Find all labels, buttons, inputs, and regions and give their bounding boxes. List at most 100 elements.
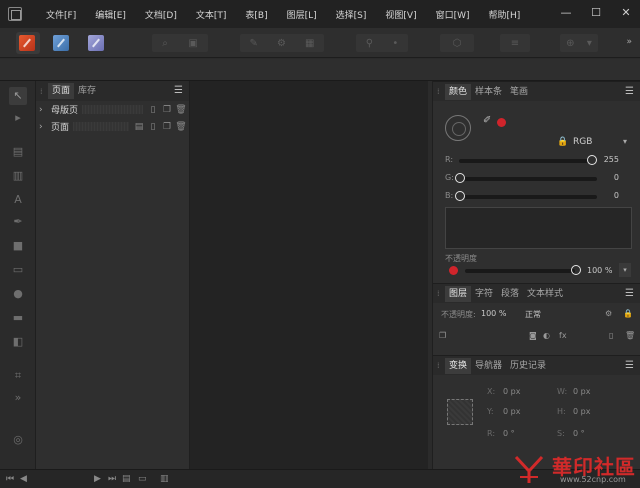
tab-navigator[interactable]: 导航器	[471, 358, 506, 374]
toolbar-group-4[interactable]: ⬡	[440, 34, 474, 52]
align-icon[interactable]: ≡	[511, 38, 519, 49]
chevron-right-icon[interactable]: ›	[39, 105, 51, 115]
channel-b-value[interactable]: 0	[614, 191, 619, 200]
panel-menu-icon[interactable]: ☰	[625, 288, 634, 299]
duplicate-page-icon[interactable]: ❐	[161, 122, 173, 132]
lock-icon[interactable]: 🔒	[623, 309, 633, 318]
h-field[interactable]: 0 px	[573, 407, 590, 416]
pen-tool-icon[interactable]: ✒	[9, 213, 27, 231]
menu-view[interactable]: 视图[V]	[385, 8, 416, 21]
tab-stroke[interactable]: 笔画	[506, 84, 532, 100]
frame-text-tool-icon[interactable]: ▥	[9, 167, 27, 185]
channel-r-value[interactable]: 255	[604, 155, 619, 164]
panel-menu-icon[interactable]: ☰	[625, 86, 634, 97]
lock-icon[interactable]: 🔒	[557, 137, 568, 147]
previous-page-icon[interactable]: ◀	[20, 474, 27, 484]
maximize-icon[interactable]: ☐	[590, 7, 602, 19]
chevron-down-icon[interactable]: ▾	[619, 263, 631, 277]
crop-tool-icon[interactable]: ⌗	[9, 367, 27, 385]
gear-icon[interactable]: ⚙	[605, 309, 612, 318]
chevron-right-icon[interactable]: ›	[39, 122, 51, 132]
settings-icon[interactable]: ⚙	[277, 38, 286, 49]
blend-mode-select[interactable]: 正常	[525, 309, 541, 320]
layer-stack-icon[interactable]: ❐	[439, 331, 446, 340]
color-picker-icon[interactable]: ✐	[483, 115, 491, 126]
table-tool-icon[interactable]: ▤	[9, 143, 27, 161]
delete-page-icon[interactable]: 🗑	[175, 105, 187, 115]
fx-icon[interactable]: fx	[559, 331, 567, 340]
slider-knob[interactable]	[455, 173, 465, 183]
master-pages-row[interactable]: › 母版页 ▯ ❐ 🗑	[36, 101, 189, 118]
grip-icon[interactable]: ⁞	[437, 289, 445, 298]
add-page-icon[interactable]: ▯	[147, 105, 159, 115]
tab-swatches[interactable]: 样本条	[471, 84, 506, 100]
move-tool-icon[interactable]: ↖	[9, 87, 27, 105]
close-icon[interactable]: ✕	[620, 7, 632, 19]
view-icon[interactable]: ▣	[188, 38, 197, 49]
toolbar-group-1[interactable]: ⌕ ▣	[152, 34, 208, 52]
menu-file[interactable]: 文件[F]	[46, 8, 76, 21]
layer-opacity-value[interactable]: 100 %	[481, 309, 506, 318]
zoom-icon[interactable]: ⌕	[162, 38, 168, 49]
snapping-icon[interactable]: ⊕	[566, 38, 574, 49]
node-tool-icon[interactable]: ▸	[9, 109, 27, 127]
panel-menu-icon[interactable]: ☰	[174, 85, 183, 96]
panel-menu-icon[interactable]: ☰	[625, 360, 634, 371]
hex-input[interactable]	[445, 207, 632, 249]
adjustment-icon[interactable]: ◐	[543, 331, 550, 340]
channel-g-slider[interactable]: G: 0	[445, 173, 631, 185]
minimize-icon[interactable]: —	[560, 7, 572, 19]
menu-layer[interactable]: 图层[L]	[287, 8, 317, 21]
color-wheel-tool-icon[interactable]: ◎	[9, 431, 27, 449]
slider-knob[interactable]	[455, 191, 465, 201]
page-options-icon[interactable]: ▤	[133, 122, 145, 132]
tab-stock[interactable]: 库存	[74, 83, 100, 99]
grip-icon[interactable]: ⁞	[40, 87, 48, 96]
arrange-icon[interactable]: ⬡	[453, 38, 462, 49]
anchor-selector[interactable]	[447, 399, 473, 425]
channel-b-slider[interactable]: B: 0	[445, 191, 631, 203]
overflow-icon[interactable]: »	[626, 37, 632, 47]
y-field[interactable]: 0 px	[503, 407, 520, 416]
menu-help[interactable]: 帮助[H]	[489, 8, 521, 21]
last-page-icon[interactable]: ⏭	[108, 474, 116, 484]
place-image-tool-icon[interactable]: ▬	[9, 309, 27, 327]
menu-select[interactable]: 选择[S]	[336, 8, 367, 21]
next-page-icon[interactable]: ▶	[94, 474, 101, 484]
picture-frame-tool-icon[interactable]: ▭	[9, 261, 27, 279]
tab-pages[interactable]: 页面	[48, 83, 75, 99]
menu-document[interactable]: 文档[D]	[145, 8, 177, 21]
fill-stroke-wheel[interactable]	[445, 115, 471, 141]
toolbar-group-6[interactable]: ⊕ ▾	[560, 34, 598, 52]
opacity-value[interactable]: 100 %	[587, 266, 612, 275]
add-page-icon[interactable]: ▯	[147, 122, 159, 132]
w-field[interactable]: 0 px	[573, 387, 590, 396]
opacity-slider[interactable]	[465, 269, 575, 273]
fill-tool-icon[interactable]: ◧	[9, 333, 27, 351]
tab-character[interactable]: 字符	[471, 286, 497, 302]
add-layer-icon[interactable]: ▯	[609, 331, 613, 340]
r-field[interactable]: 0 °	[503, 429, 515, 438]
tab-paragraph[interactable]: 段落	[497, 286, 523, 302]
dot-icon[interactable]: •	[392, 38, 398, 49]
link-icon[interactable]: ✎	[250, 38, 258, 49]
tab-history[interactable]: 历史记录	[506, 358, 550, 374]
delete-layer-icon[interactable]: 🗑	[625, 331, 635, 340]
designer-persona-button[interactable]	[50, 32, 74, 54]
channel-g-value[interactable]: 0	[614, 173, 619, 182]
delete-page-icon[interactable]: 🗑	[175, 122, 187, 132]
publisher-persona-button[interactable]	[16, 32, 40, 54]
view-mode-icon[interactable]: ▭	[138, 474, 147, 484]
more-tools-icon[interactable]: »	[9, 389, 27, 407]
chevron-down-icon[interactable]: ▾	[623, 137, 627, 146]
toolbar-group-5[interactable]: ≡	[500, 34, 530, 52]
x-field[interactable]: 0 px	[503, 387, 520, 396]
tab-text-styles[interactable]: 文本样式	[523, 286, 567, 302]
slider-knob[interactable]	[587, 155, 597, 165]
page-list-icon[interactable]: ▤	[122, 474, 131, 484]
color-model-select[interactable]: RGB	[573, 137, 592, 147]
menu-edit[interactable]: 编辑[E]	[95, 8, 126, 21]
duplicate-page-icon[interactable]: ❐	[161, 105, 173, 115]
document-icon[interactable]: ▥	[160, 474, 169, 484]
tab-transform[interactable]: 变换	[445, 357, 472, 374]
